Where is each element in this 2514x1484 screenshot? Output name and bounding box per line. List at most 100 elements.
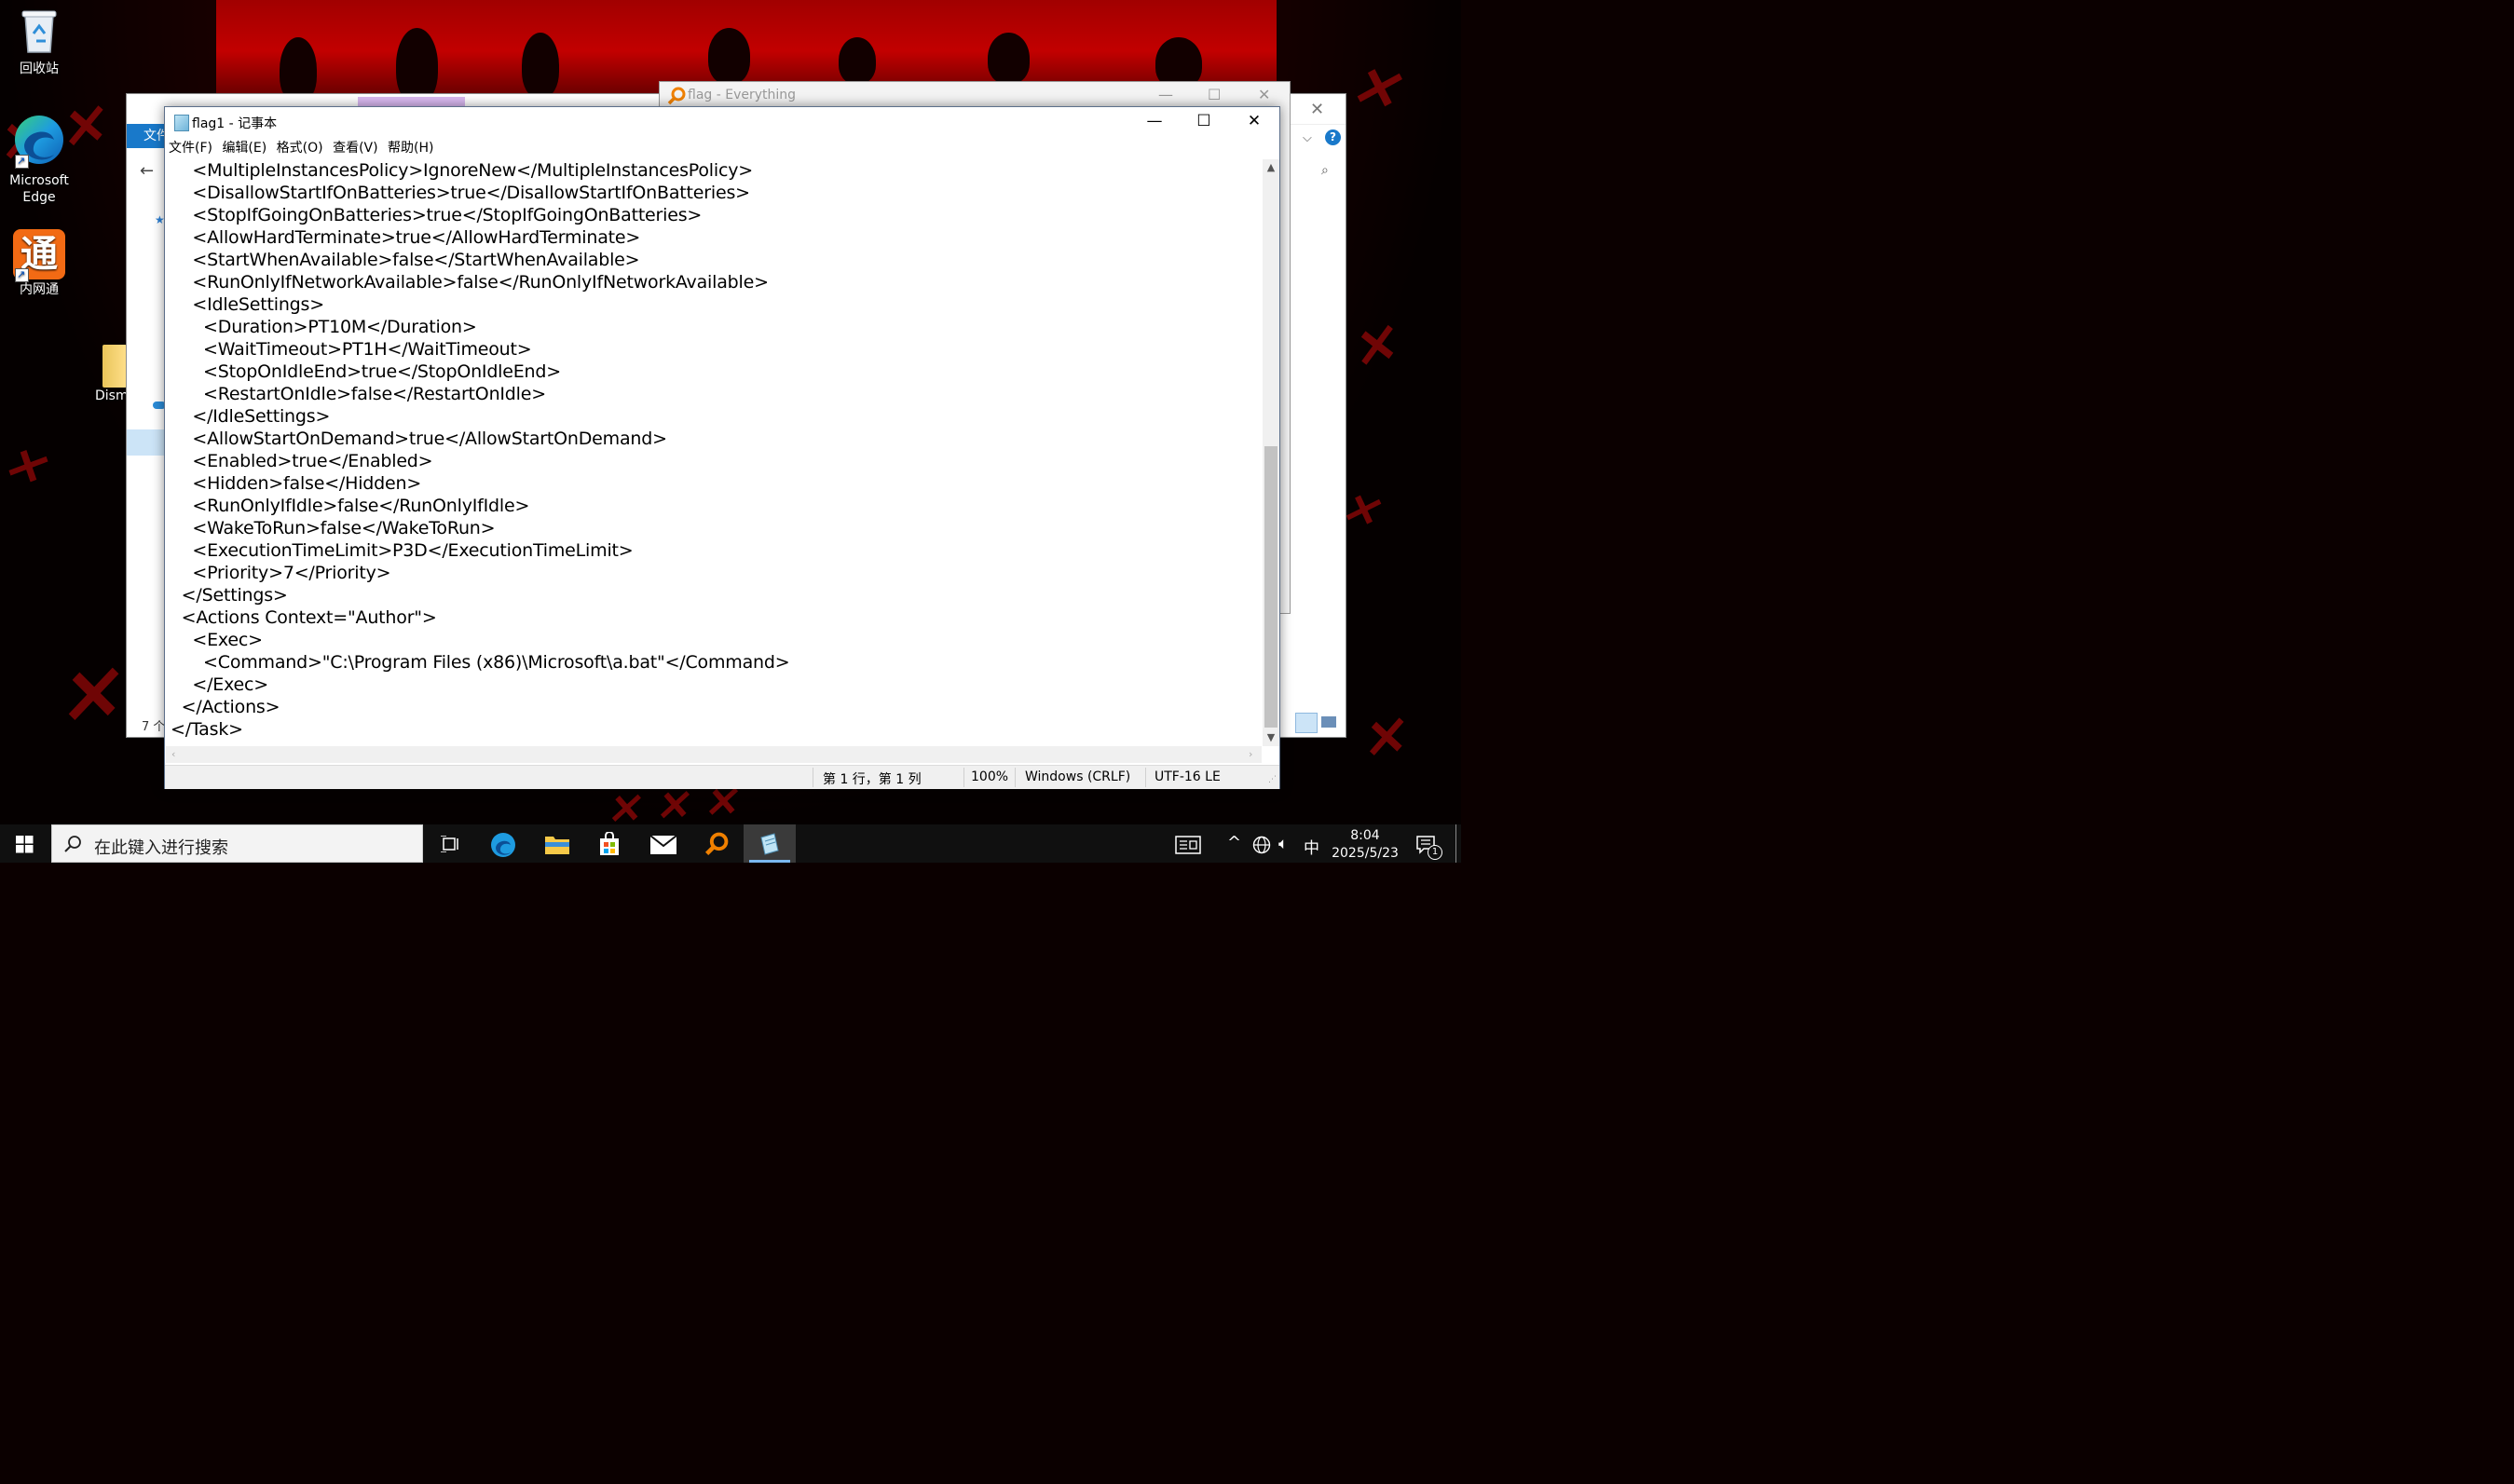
text-line: <Hidden>false</Hidden> bbox=[171, 473, 422, 494]
horizontal-scrollbar[interactable]: ‹ › bbox=[166, 746, 1262, 763]
wallpaper-graffiti: ✕ bbox=[1355, 704, 1410, 773]
help-icon[interactable]: ? bbox=[1325, 129, 1341, 145]
maximize-button[interactable]: ☐ bbox=[1208, 86, 1221, 103]
scrollbar-thumb[interactable] bbox=[1264, 446, 1277, 728]
minimize-button[interactable]: — bbox=[1158, 86, 1173, 103]
taskbar-edge[interactable] bbox=[477, 824, 529, 863]
task-view-icon bbox=[441, 836, 458, 852]
large-icons-view-icon[interactable] bbox=[1321, 716, 1336, 728]
ime-indicator[interactable]: 中 bbox=[1304, 835, 1319, 858]
notepad-title: flag1 - 记事本 bbox=[192, 116, 278, 131]
desktop-icon-label: 内网通 bbox=[20, 282, 59, 297]
taskbar-store[interactable] bbox=[583, 824, 635, 863]
text-line: <StopIfGoingOnBatteries>true</StopIfGoin… bbox=[171, 205, 703, 225]
close-button[interactable]: ✕ bbox=[1229, 107, 1279, 136]
menu-format[interactable]: 格式(O) bbox=[277, 138, 323, 157]
text-line: <RunOnlyIfIdle>false</RunOnlyIfIdle> bbox=[171, 496, 530, 516]
menu-file[interactable]: 文件(F) bbox=[169, 138, 212, 157]
taskbar-file-explorer[interactable] bbox=[530, 824, 582, 863]
details-view-icon[interactable] bbox=[1295, 713, 1318, 733]
wallpaper-silhouette bbox=[708, 28, 750, 84]
menu-view[interactable]: 查看(V) bbox=[333, 138, 378, 157]
desktop-icon-label: Microsoft Edge bbox=[9, 173, 69, 205]
search-icon bbox=[64, 836, 81, 852]
notepad-statusbar: 第 1 行，第 1 列 100% Windows (CRLF) UTF-16 L… bbox=[165, 765, 1279, 789]
explorer-nav-selected bbox=[127, 429, 166, 456]
show-hidden-icons-chevron-icon[interactable]: ^ bbox=[1227, 833, 1241, 852]
scroll-down-arrow-icon[interactable]: ▼ bbox=[1263, 731, 1279, 743]
taskbar-search-box[interactable]: 在此键入进行搜索 bbox=[51, 824, 423, 863]
text-line: <Enabled>true</Enabled> bbox=[171, 451, 433, 471]
menu-edit[interactable]: 编辑(E) bbox=[222, 138, 266, 157]
status-zoom: 100% bbox=[971, 769, 1009, 784]
text-line: <Duration>PT10M</Duration> bbox=[171, 317, 477, 337]
notepad-window[interactable]: flag1 - 记事本 — ☐ ✕ 文件(F) 编辑(E) 格式(O) 查看(V… bbox=[164, 106, 1280, 789]
text-line: <MultipleInstancesPolicy>IgnoreNew</Mult… bbox=[171, 160, 753, 181]
taskbar-everything[interactable] bbox=[690, 824, 743, 863]
wallpaper-graffiti: ✕ bbox=[1346, 52, 1403, 125]
taskbar-mail[interactable] bbox=[637, 824, 690, 863]
text-line: <Priority>7</Priority> bbox=[171, 563, 391, 583]
mail-icon bbox=[650, 836, 676, 854]
shortcut-arrow-icon bbox=[15, 266, 29, 283]
status-encoding: UTF-16 LE bbox=[1155, 769, 1221, 784]
windows-logo-icon bbox=[16, 836, 34, 853]
task-view-button[interactable] bbox=[424, 824, 476, 863]
resize-grip-icon[interactable]: ⋰ bbox=[1268, 775, 1277, 784]
taskbar-notepad[interactable] bbox=[744, 824, 796, 863]
store-icon bbox=[600, 832, 619, 855]
desktop-icon-edge[interactable]: Microsoft Edge bbox=[2, 114, 76, 206]
notepad-icon bbox=[174, 115, 189, 131]
minimize-button[interactable]: — bbox=[1129, 107, 1180, 136]
shortcut-arrow-icon bbox=[15, 153, 29, 170]
everything-magnifier-icon bbox=[667, 87, 686, 105]
text-line: <RestartOnIdle>false</RestartOnIdle> bbox=[171, 384, 546, 404]
volume-icon[interactable]: 🔈︎ bbox=[1278, 835, 1288, 853]
search-placeholder: 在此键入进行搜索 bbox=[94, 838, 228, 858]
desktop-icon-dism[interactable]: Dism bbox=[76, 345, 132, 404]
news-widget-icon[interactable] bbox=[1175, 836, 1201, 854]
text-line: <ExecutionTimeLimit>P3D</ExecutionTimeLi… bbox=[171, 540, 634, 561]
notepad-text-area[interactable]: <MultipleInstancesPolicy>IgnoreNew</Mult… bbox=[166, 159, 1262, 746]
text-line: <RunOnlyIfNetworkAvailable>false</RunOnl… bbox=[171, 272, 769, 293]
text-line: <AllowStartOnDemand>true</AllowStartOnDe… bbox=[171, 429, 667, 449]
show-desktop-button[interactable] bbox=[1455, 824, 1456, 863]
wallpaper-silhouette bbox=[522, 33, 559, 98]
dism-folder-icon bbox=[102, 345, 127, 388]
notepad-titlebar[interactable]: flag1 - 记事本 — ☐ ✕ bbox=[165, 107, 1279, 136]
everything-title: flag - Everything bbox=[688, 88, 797, 102]
network-globe-icon[interactable] bbox=[1252, 836, 1271, 854]
text-line: </Settings> bbox=[171, 585, 288, 606]
chevron-down-icon[interactable]: ⌵ bbox=[1303, 131, 1312, 145]
text-line: <WaitTimeout>PT1H</WaitTimeout> bbox=[171, 339, 532, 360]
start-button[interactable] bbox=[0, 824, 50, 863]
status-separator bbox=[963, 768, 964, 787]
text-line: <StartWhenAvailable>false</StartWhenAvai… bbox=[171, 250, 640, 270]
text-line: </Actions> bbox=[171, 697, 280, 717]
explorer-tab-highlight bbox=[358, 97, 465, 106]
recycle-bin-icon bbox=[21, 10, 57, 53]
notepad-icon bbox=[760, 833, 779, 855]
desktop-icon-neiwangtong[interactable]: 通 内网通 bbox=[2, 229, 76, 298]
maximize-button[interactable]: ☐ bbox=[1179, 107, 1229, 136]
notification-badge: 1 bbox=[1428, 845, 1442, 860]
explorer-item-count: 7 个 bbox=[142, 720, 166, 734]
explorer-close-button[interactable]: ✕ bbox=[1310, 100, 1324, 119]
close-button[interactable]: ✕ bbox=[1258, 86, 1270, 103]
text-line: </IdleSettings> bbox=[171, 406, 331, 427]
status-separator bbox=[1015, 768, 1016, 787]
vertical-scrollbar[interactable]: ▲ ▼ bbox=[1263, 159, 1279, 746]
text-line: <StopOnIdleEnd>true</StopOnIdleEnd> bbox=[171, 361, 561, 382]
menu-help[interactable]: 帮助(H) bbox=[388, 138, 433, 157]
search-icon[interactable]: ⌕ bbox=[1321, 163, 1329, 178]
back-arrow-icon[interactable]: ← bbox=[140, 161, 154, 181]
text-line: <Exec> bbox=[171, 630, 263, 650]
text-line: <IdleSettings> bbox=[171, 294, 324, 315]
taskbar-clock[interactable]: 8:04 2025/5/23 bbox=[1323, 827, 1407, 863]
scroll-right-arrow-icon[interactable]: › bbox=[1249, 746, 1252, 763]
text-line: <Command>"C:\Program Files (x86)\Microso… bbox=[171, 652, 790, 673]
scroll-left-arrow-icon[interactable]: ‹ bbox=[171, 746, 175, 763]
scroll-up-arrow-icon[interactable]: ▲ bbox=[1263, 161, 1279, 173]
desktop-icon-recycle-bin[interactable]: 回收站 bbox=[2, 6, 76, 77]
wallpaper-silhouette bbox=[396, 28, 438, 102]
